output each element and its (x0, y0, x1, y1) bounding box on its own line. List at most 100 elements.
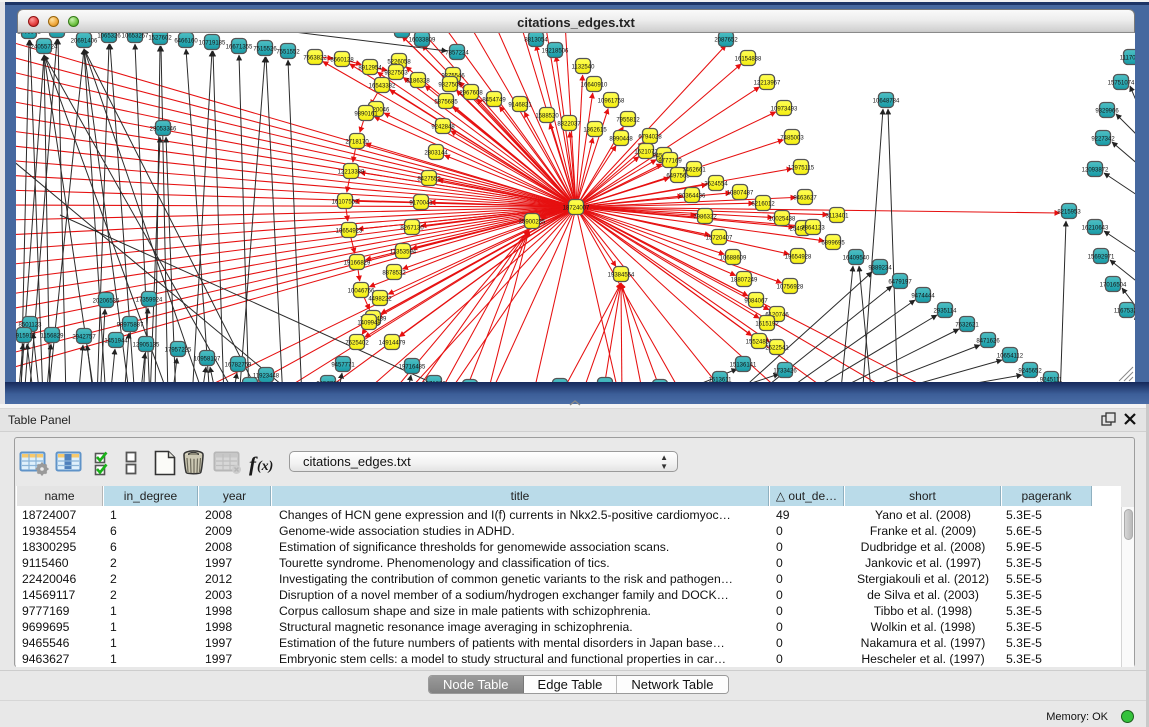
svg-text:1733426: 1733426 (773, 369, 797, 375)
svg-text:9242848: 9242848 (431, 125, 455, 131)
svg-text:8660128: 8660128 (330, 58, 354, 64)
svg-text:9777169: 9777169 (658, 159, 682, 165)
svg-text:8813054: 8813054 (524, 38, 548, 44)
svg-text:15751074: 15751074 (1108, 81, 1135, 87)
svg-text:1615192: 1615192 (755, 322, 779, 328)
svg-text:10958107: 10958107 (194, 357, 221, 363)
svg-text:19654928: 19654928 (785, 255, 812, 261)
svg-text:1527602: 1527602 (148, 36, 172, 42)
svg-text:8322037: 8322037 (557, 122, 581, 128)
svg-text:10653267: 10653267 (122, 34, 149, 40)
svg-text:1065326: 1065326 (97, 34, 121, 40)
svg-text:8454749: 8454749 (482, 98, 506, 104)
svg-text:2522541: 2522541 (765, 346, 789, 352)
svg-text:16782759: 16782759 (225, 363, 252, 369)
svg-text:9457771: 9457771 (331, 363, 355, 369)
svg-text:8267130: 8267130 (400, 226, 424, 232)
svg-text:2069140: 2069140 (45, 33, 69, 35)
svg-text:16154838: 16154838 (735, 57, 762, 63)
svg-text:20206536: 20206536 (93, 299, 120, 305)
svg-text:29053346: 29053346 (150, 127, 177, 133)
svg-text:8878532: 8878532 (382, 271, 406, 277)
svg-text:16107552: 16107552 (332, 200, 359, 206)
svg-text:(x): (x) (257, 459, 273, 474)
svg-text:14914479: 14914479 (379, 341, 406, 347)
svg-text:1588520: 1588520 (535, 114, 559, 120)
svg-text:1156829: 1156829 (41, 334, 65, 340)
svg-text:2942757: 2942757 (72, 335, 96, 341)
svg-text:17016504: 17016504 (1100, 283, 1127, 289)
svg-text:9890161: 9890161 (354, 112, 378, 118)
svg-text:20364436: 20364436 (679, 194, 706, 200)
svg-text:4498222: 4498222 (368, 297, 392, 303)
svg-text:9227342: 9227342 (1091, 137, 1115, 143)
svg-text:3113401: 3113401 (826, 214, 850, 220)
svg-text:25900235: 25900235 (519, 220, 546, 226)
svg-text:8186328: 8186328 (406, 79, 430, 85)
svg-text:16210643: 16210643 (1082, 226, 1109, 232)
svg-text:2718170: 2718170 (345, 140, 369, 146)
svg-text:11353594: 11353594 (390, 250, 417, 256)
svg-text:19654923: 19654923 (336, 229, 363, 235)
svg-text:1451944: 1451944 (104, 339, 128, 345)
svg-text:7625402: 7625402 (345, 341, 369, 347)
svg-text:10807487: 10807487 (727, 191, 754, 197)
svg-text:24055724: 24055724 (31, 45, 58, 51)
svg-text:10648784: 10648784 (873, 99, 900, 105)
svg-text:10025438: 10025438 (769, 217, 796, 223)
svg-text:12975115: 12975115 (788, 166, 815, 172)
svg-text:9146821: 9146821 (508, 103, 532, 109)
svg-text:8215953: 8215953 (1057, 210, 1081, 216)
svg-text:15692971: 15692971 (1088, 255, 1115, 261)
svg-text:6794028: 6794028 (638, 135, 662, 141)
svg-text:7955812: 7955812 (616, 118, 640, 124)
svg-text:10973493: 10973493 (771, 107, 798, 113)
svg-text:8990448: 8990448 (609, 137, 633, 143)
svg-text:1603380: 1603380 (390, 33, 414, 35)
svg-text:1117032: 1117032 (1120, 56, 1135, 62)
svg-text:12093872: 12093872 (1082, 168, 1109, 174)
svg-text:17957225: 17957225 (165, 348, 192, 354)
svg-text:6216012: 6216012 (751, 202, 775, 208)
svg-text:9329966: 9329966 (1095, 109, 1119, 115)
svg-text:7986322: 7986322 (693, 215, 717, 221)
svg-text:17359924: 17359924 (136, 298, 163, 304)
svg-text:18724007: 18724007 (563, 206, 590, 212)
svg-text:10756928: 10756928 (777, 285, 804, 291)
svg-text:3915912: 3915912 (16, 334, 36, 340)
svg-text:9327508: 9327508 (438, 83, 462, 89)
svg-text:7663822: 7663822 (303, 56, 327, 62)
svg-text:16033809: 16033809 (409, 38, 436, 44)
svg-text:1409948: 1409948 (357, 321, 381, 327)
svg-text:7551552: 7551552 (276, 50, 300, 56)
svg-text:2967608: 2967608 (459, 91, 483, 97)
svg-text:19384554: 19384554 (608, 273, 635, 279)
svg-text:12213389: 12213389 (338, 170, 365, 176)
svg-text:12213967: 12213967 (754, 81, 781, 87)
svg-text:7632621: 7632621 (955, 323, 979, 329)
svg-text:20691406: 20691406 (71, 39, 98, 45)
svg-text:9170041: 9170041 (409, 201, 433, 207)
svg-text:8912954: 8912954 (358, 66, 382, 72)
svg-text:11675329: 11675329 (1114, 309, 1135, 315)
svg-text:7857224: 7857224 (445, 51, 469, 57)
svg-text:7485003: 7485003 (780, 136, 804, 142)
svg-text:7515526: 7515526 (253, 47, 277, 53)
svg-text:2405572: 2405572 (17, 33, 41, 36)
svg-text:2087652: 2087652 (714, 38, 738, 44)
svg-text:15720407: 15720407 (706, 236, 733, 242)
svg-text:19166829: 19166829 (344, 261, 371, 267)
svg-text:10046766: 10046766 (348, 289, 375, 295)
svg-text:18807249: 18807249 (731, 278, 758, 284)
svg-text:9084067: 9084067 (744, 299, 768, 305)
svg-text:3624554: 3624554 (704, 182, 728, 188)
svg-text:9474444: 9474444 (911, 294, 935, 300)
svg-text:16640910: 16640910 (581, 83, 608, 89)
svg-text:6466160: 6466160 (174, 39, 198, 45)
svg-text:2935114: 2935114 (934, 309, 958, 315)
svg-text:9327503: 9327503 (384, 71, 408, 77)
svg-text:16671355: 16671355 (226, 45, 253, 51)
svg-text:6479197: 6479197 (888, 280, 912, 286)
svg-text:7864123: 7864123 (801, 226, 825, 232)
svg-text:2803144: 2803144 (424, 151, 448, 157)
